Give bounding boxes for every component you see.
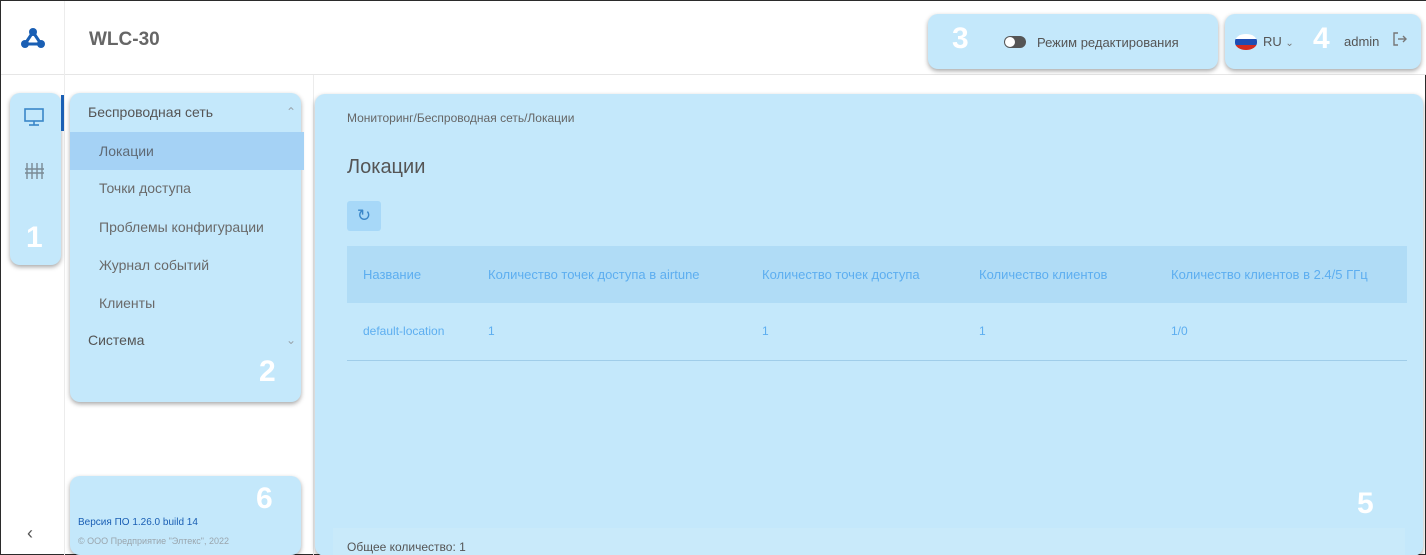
edit-mode-panel: 3 Режим редактирования xyxy=(928,14,1218,69)
nav-group-wireless[interactable]: Беспроводная сеть ⌃ xyxy=(70,93,304,131)
callout-number-3: 3 xyxy=(952,22,969,55)
active-section-indicator xyxy=(61,95,64,131)
language-value: RU xyxy=(1263,34,1282,49)
username[interactable]: admin xyxy=(1344,34,1379,49)
chevron-down-icon: ⌄ xyxy=(1285,38,1294,49)
cell-ap-count: 1 xyxy=(746,303,963,361)
edit-mode-label[interactable]: Режим редактирования xyxy=(1037,35,1179,50)
table-row[interactable]: default-location 1 1 1 1/0 xyxy=(347,303,1407,361)
nav-group-system-label: Система xyxy=(88,332,145,348)
callout-number-5: 5 xyxy=(1357,487,1374,520)
firmware-version: Версия ПО 1.26.0 build 14 xyxy=(78,517,198,528)
nav-item-config-problems[interactable]: Проблемы конфигурации xyxy=(70,208,304,246)
language-select[interactable]: RU ⌄ xyxy=(1263,34,1294,49)
callout-number-4: 4 xyxy=(1313,22,1330,55)
column-header-name[interactable]: Название xyxy=(347,246,472,303)
column-header-ap-airtune[interactable]: Количество точек доступа в airtune xyxy=(472,246,746,303)
page-title: Локации xyxy=(347,156,426,178)
sliders-icon[interactable] xyxy=(23,161,45,186)
edit-mode-toggle[interactable] xyxy=(1004,36,1026,48)
nav-group-system[interactable]: Система ⌄ xyxy=(70,321,304,359)
total-count-label: Общее количество: xyxy=(347,540,456,554)
nav-column: Беспроводная сеть ⌃ Локации Точки доступ… xyxy=(65,75,314,555)
callout-number-6: 6 xyxy=(256,482,273,515)
column-header-client-count[interactable]: Количество клиентов xyxy=(963,246,1155,303)
logo[interactable] xyxy=(1,1,65,75)
cell-location-name[interactable]: default-location xyxy=(347,303,472,361)
nav-item-locations[interactable]: Локации xyxy=(70,132,304,170)
column-header-ap-count[interactable]: Количество точек доступа xyxy=(746,246,963,303)
callout-number-2: 2 xyxy=(259,355,276,388)
locations-table: Название Количество точек доступа в airt… xyxy=(347,246,1407,361)
app-window: WLC-30 3 Режим редактирования RU ⌄ 4 adm… xyxy=(0,0,1426,555)
cell-client-count: 1 xyxy=(963,303,1155,361)
column-header-clients-band[interactable]: Количество клиентов в 2.4/5 ГГц xyxy=(1155,246,1407,303)
top-bar: WLC-30 3 Режим редактирования RU ⌄ 4 adm… xyxy=(1,1,1426,75)
eltex-logo-icon xyxy=(20,28,45,48)
refresh-button[interactable]: ↻ xyxy=(347,201,381,231)
nav-menu-panel: Беспроводная сеть ⌃ Локации Точки доступ… xyxy=(70,93,304,402)
logout-icon[interactable] xyxy=(1391,30,1409,53)
nav-item-clients[interactable]: Клиенты xyxy=(70,284,304,322)
callout-number-1: 1 xyxy=(26,221,43,254)
russia-flag-icon[interactable] xyxy=(1235,34,1257,50)
nav-item-event-log[interactable]: Журнал событий xyxy=(70,246,304,284)
main-content-panel: Мониторинг/Беспроводная сеть/Локации Лок… xyxy=(315,94,1423,555)
monitor-icon[interactable] xyxy=(23,107,45,132)
icon-menu-panel: 1 xyxy=(10,93,61,265)
collapse-sidebar-icon[interactable]: ‹ xyxy=(27,523,33,544)
app-title: WLC-30 xyxy=(89,29,160,50)
chevron-up-icon: ⌃ xyxy=(285,105,296,119)
breadcrumb: Мониторинг/Беспроводная сеть/Локации xyxy=(347,111,575,125)
icon-sidebar: 1 ‹ xyxy=(1,75,65,555)
user-panel: RU ⌄ 4 admin xyxy=(1225,14,1421,69)
total-count-value: 1 xyxy=(459,540,466,554)
cell-clients-band: 1/0 xyxy=(1155,303,1407,361)
total-count: Общее количество: 1 xyxy=(333,528,1405,555)
cell-ap-airtune: 1 xyxy=(472,303,746,361)
nav-item-access-points[interactable]: Точки доступа xyxy=(70,169,304,207)
chevron-down-icon: ⌄ xyxy=(285,333,296,347)
nav-group-wireless-label: Беспроводная сеть xyxy=(88,104,214,120)
version-panel: 6 Версия ПО 1.26.0 build 14 © ООО Предпр… xyxy=(70,476,301,555)
refresh-icon: ↻ xyxy=(356,206,372,225)
copyright: © ООО Предприятие "Элтекс", 2022 xyxy=(78,536,230,546)
table-header-row: Название Количество точек доступа в airt… xyxy=(347,246,1407,303)
